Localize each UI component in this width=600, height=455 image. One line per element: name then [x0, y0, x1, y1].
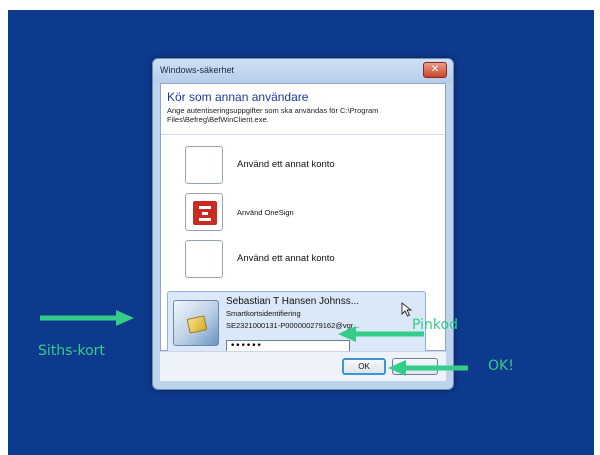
smartcard-user-name: Sebastian T Hansen Johnss...: [226, 296, 360, 307]
option-label: Använd OneSign: [237, 208, 294, 217]
smartcard-icon: [173, 300, 219, 346]
onesign-logo-icon: [193, 201, 217, 225]
smartcard-option[interactable]: Sebastian T Hansen Johnss... Smartkortsi…: [167, 291, 426, 355]
blank-account-icon: [185, 146, 223, 184]
blank-account-icon: [185, 240, 223, 278]
siths-arrow: [40, 310, 134, 326]
option-other-account-1[interactable]: Använd ett annat konto: [185, 146, 425, 188]
option-label: Använd ett annat konto: [237, 159, 335, 170]
screenshot: Windows-säkerhet ✕ Kör som annan använda…: [0, 0, 600, 455]
header-divider: [161, 134, 445, 135]
annotation-ok: OK!: [488, 358, 514, 374]
ok-button[interactable]: OK: [342, 358, 386, 375]
chip-icon: [186, 315, 208, 334]
ok-arrow: [388, 360, 468, 376]
dialog-header: Kör som annan användare Ange autentiseri…: [161, 84, 445, 134]
mouse-pointer-icon: [401, 302, 413, 317]
window-title: Windows-säkerhet: [160, 65, 235, 75]
option-label: Använd ett annat konto: [237, 253, 335, 264]
dialog-heading: Kör som annan användare: [167, 90, 309, 104]
close-icon: ✕: [430, 64, 440, 75]
title-bar[interactable]: Windows-säkerhet ✕: [153, 59, 453, 83]
option-onesign[interactable]: Använd OneSign: [185, 193, 425, 235]
annotation-pinkod: Pinkod: [412, 317, 458, 333]
onesign-tile: [185, 193, 223, 231]
close-button[interactable]: ✕: [423, 62, 447, 78]
smartcard-type: Smartkortsidentifiering: [226, 309, 301, 318]
annotation-siths-kort: Siths-kort: [38, 343, 105, 359]
option-other-account-2[interactable]: Använd ett annat konto: [185, 240, 425, 282]
dialog-description: Ange autentiseringsuppgifter som ska anv…: [167, 106, 379, 124]
